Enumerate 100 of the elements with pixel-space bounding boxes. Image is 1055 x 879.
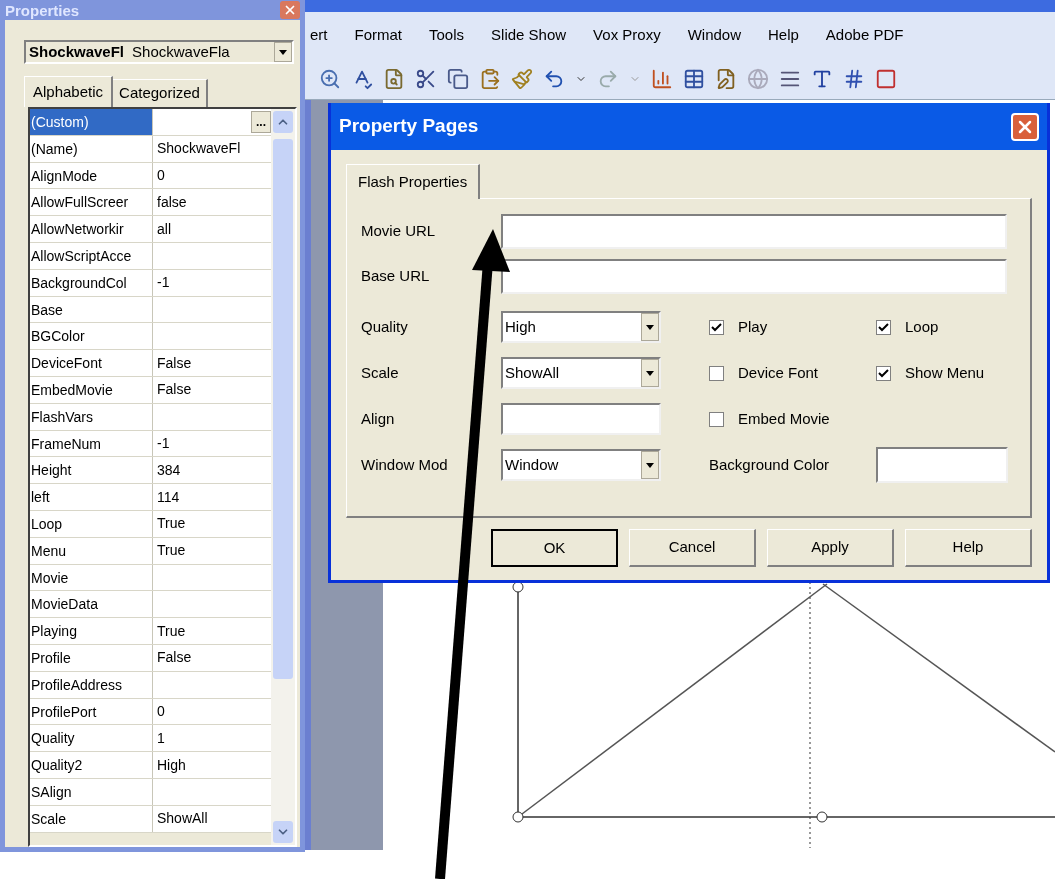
checkbox-label: Loop [905,316,939,337]
property-value[interactable]: High [153,752,271,778]
magnifier-icon[interactable] [319,67,341,90]
field-label: Scale [361,362,400,383]
select-field[interactable]: ShowAll [501,357,661,389]
property-value[interactable]: ShowAll [153,805,271,832]
field-label: Movie URL [361,221,437,242]
color-field[interactable] [876,447,1008,483]
checkbox-label: Show Menu [905,362,985,383]
property-value[interactable]: True [153,510,271,537]
scroll-up-icon[interactable] [273,111,293,133]
ellipsis-button[interactable]: ... [251,110,271,133]
property-name[interactable]: (Custom) [30,109,153,135]
property-value[interactable]: True [153,618,271,644]
scissors-icon[interactable] [415,67,437,90]
url-field[interactable] [501,214,1007,249]
select-field[interactable]: Window [501,449,661,481]
property-name[interactable]: AllowScriptAcce [30,243,153,269]
property-name[interactable]: BackgroundCol [30,269,153,296]
property-value[interactable]: False [153,350,271,376]
property-value[interactable]: 384 [153,457,271,484]
property-name[interactable]: (Name) [30,135,153,162]
scroll-thumb[interactable] [273,139,293,679]
menu-item[interactable]: Window [687,23,741,47]
scroll-down-icon[interactable] [273,821,293,843]
property-value[interactable]: 1 [153,725,271,752]
property-name[interactable]: Quality2 [30,752,153,778]
property-value[interactable]: false [153,189,271,216]
property-name[interactable]: left [30,484,153,510]
tab[interactable]: Categorized [113,79,208,107]
dialog-button[interactable]: Help [905,529,1032,567]
menu-item[interactable]: Adobe PDF [825,23,904,47]
checkbox[interactable] [709,365,724,381]
property-value[interactable]: False [153,376,271,403]
menu-item[interactable]: Slide Show [491,23,567,47]
menu-item[interactable]: Vox Proxy [593,23,661,47]
property-value[interactable]: ShockwaveFl [153,135,271,162]
grid-icon[interactable] [843,67,865,90]
property-value[interactable]: ... [153,109,271,135]
tab[interactable]: Alphabetic [24,76,114,107]
property-name[interactable]: DeviceFont [30,350,153,376]
paintbrush-icon[interactable] [511,67,533,90]
checkbox[interactable] [709,411,724,427]
checkbox[interactable] [876,319,891,335]
property-name[interactable]: FrameNum [30,430,153,457]
menu-item[interactable]: ert [310,23,328,47]
property-name[interactable]: AlignMode [30,162,153,189]
paste-icon[interactable] [479,67,501,90]
property-name[interactable]: Height [30,457,153,484]
field-label: Window Mod [361,454,449,475]
property-name[interactable]: Base [30,296,153,323]
property-name[interactable]: Movie [30,564,153,591]
property-name[interactable]: FlashVars [30,403,153,430]
field-label: Background Color [709,454,830,475]
select-field[interactable]: High [501,311,661,343]
bar-chart-icon[interactable] [651,67,673,90]
property-name[interactable]: ProfileAddress [30,671,153,698]
checkbox-label: Device Font [738,362,819,383]
file-search-icon[interactable] [383,67,405,90]
property-name[interactable]: Quality [30,725,153,752]
url-field[interactable] [501,259,1007,294]
property-name[interactable]: BGColor [30,323,153,350]
property-name[interactable]: Menu [30,537,153,564]
property-name[interactable]: Profile [30,644,153,671]
property-value[interactable]: 114 [153,484,271,510]
menu-item[interactable]: Format [354,23,403,47]
checkbox[interactable] [876,365,891,381]
property-value[interactable]: False [153,644,271,671]
checkbox-label: Embed Movie [738,408,830,429]
property-name[interactable]: Playing [30,618,153,644]
checkbox-label: Play [738,316,768,337]
table-icon[interactable] [683,67,705,90]
copy-icon[interactable] [447,67,469,90]
property-name[interactable]: SAlign [30,778,153,805]
dialog-button[interactable]: Apply [767,529,894,567]
tab[interactable]: Flash Properties [346,164,481,199]
menu-item[interactable]: Help [768,23,799,47]
property-value[interactable]: -1 [153,430,271,457]
property-name[interactable]: AllowNetworkir [30,216,153,242]
property-name[interactable]: Loop [30,510,153,537]
property-name[interactable]: ProfilePort [30,698,153,725]
dialog-button[interactable]: Cancel [629,529,756,567]
property-name[interactable]: MovieData [30,591,153,618]
field-label: Align [361,408,396,429]
property-name[interactable]: EmbedMovie [30,376,153,403]
square-icon[interactable] [875,67,897,90]
property-name[interactable]: AllowFullScreer [30,189,153,216]
property-value[interactable]: 0 [153,162,271,189]
property-value[interactable]: -1 [153,269,271,296]
dialog-button[interactable]: OK [491,529,618,567]
text-field[interactable] [501,403,661,435]
property-value[interactable]: 0 [153,698,271,725]
object-combo[interactable]: ShockwaveFl ShockwaveFla [24,40,294,64]
checkbox[interactable] [709,319,724,335]
menu-item[interactable]: Tools [429,23,465,47]
property-value[interactable]: all [153,216,271,242]
file-edit-icon[interactable] [715,67,737,90]
scrollbar[interactable] [271,109,295,845]
property-name[interactable]: Scale [30,805,153,832]
property-value[interactable]: True [153,537,271,564]
